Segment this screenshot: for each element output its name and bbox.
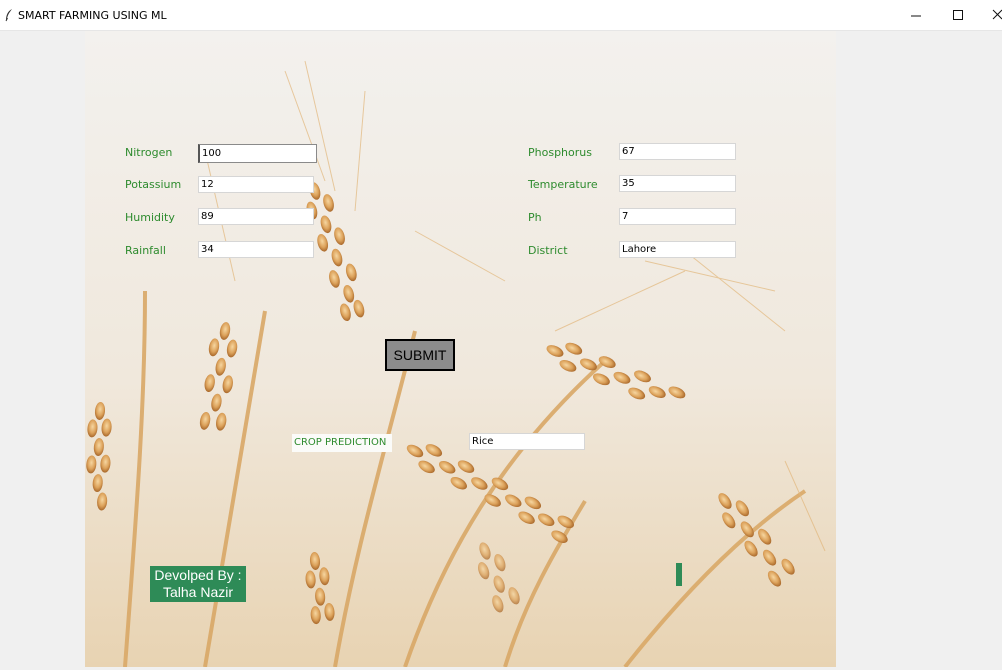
green-marker: [676, 563, 682, 586]
nitrogen-label: Nitrogen: [125, 146, 173, 159]
ph-label: Ph: [528, 211, 542, 224]
crop-prediction-output[interactable]: [469, 433, 585, 450]
credit-line-1: Devolped By :: [154, 567, 242, 583]
temperature-label: Temperature: [528, 178, 598, 191]
close-button[interactable]: [988, 6, 1002, 24]
minimize-button[interactable]: [906, 6, 926, 24]
nitrogen-input[interactable]: [198, 144, 317, 163]
feather-icon: [4, 8, 14, 27]
submit-button[interactable]: SUBMIT: [385, 339, 455, 371]
temperature-input[interactable]: [619, 175, 736, 192]
ph-input[interactable]: [619, 208, 736, 225]
district-label: District: [528, 244, 568, 257]
credit-line-2: Talha Nazir: [162, 584, 234, 600]
humidity-input[interactable]: [198, 208, 314, 225]
rainfall-input[interactable]: [198, 241, 314, 258]
window-title: SMART FARMING USING ML: [18, 9, 167, 22]
potassium-input[interactable]: [198, 176, 314, 193]
phosphorus-label: Phosphorus: [528, 146, 592, 159]
maximize-button[interactable]: [948, 6, 968, 24]
title-bar: SMART FARMING USING ML: [0, 0, 1002, 31]
potassium-label: Potassium: [125, 178, 182, 191]
district-input[interactable]: [619, 241, 736, 258]
developer-credit: Devolped By : Talha Nazir: [150, 566, 246, 602]
phosphorus-input[interactable]: [619, 143, 736, 160]
humidity-label: Humidity: [125, 211, 175, 224]
rainfall-label: Rainfall: [125, 244, 166, 257]
crop-prediction-label: CROP PREDICTION: [292, 434, 392, 452]
